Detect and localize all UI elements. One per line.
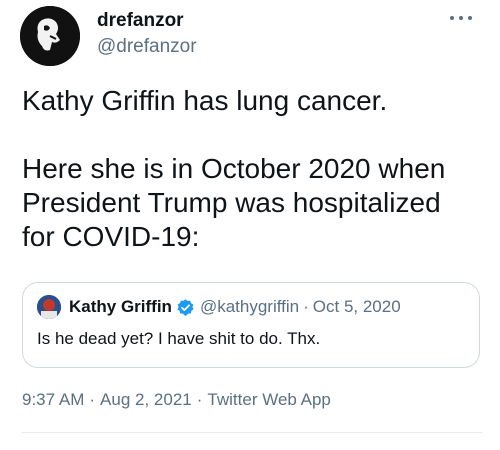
tweet-line: for COVID-19: [22,221,200,252]
avatar[interactable] [20,6,80,66]
author-handle[interactable]: @drefanzor [97,35,197,59]
verified-badge-icon [177,298,194,316]
quoted-tweet-text: Is he dead yet? I have shit to do. Thx. [37,329,321,348]
divider [22,432,482,433]
tweet-source[interactable]: Twitter Web App [207,390,330,409]
tweet-line: Here she is in October 2020 when [22,153,446,184]
tweet: drefanzor @drefanzor Kathy Griffin has l… [0,0,500,450]
quoted-display-name: Kathy Griffin [69,297,172,316]
more-horizontal-icon[interactable] [450,14,472,22]
tweet-time[interactable]: 9:37 AM [22,390,84,409]
meta-separator: · [196,390,203,409]
meta-separator: · [89,390,96,409]
tweet-text: Kathy Griffin has lung cancer. Here she … [22,84,482,254]
quoted-handle: @kathygriffin [199,297,300,316]
author-display-name[interactable]: drefanzor [97,9,197,33]
tweet-header: drefanzor @drefanzor [20,6,197,66]
tweet-meta: 9:37 AM · Aug 2, 2021 · Twitter Web App [22,390,331,410]
quoted-tweet[interactable]: Kathy Griffin @kathygriffin · Oct 5, 202… [22,282,480,368]
quoted-date[interactable]: Oct 5, 2020 [313,297,401,317]
tweet-line: Kathy Griffin has lung cancer. [22,85,388,116]
quoted-tweet-header: Kathy Griffin @kathygriffin · Oct 5, 202… [37,295,401,319]
tweet-line: President Trump was hospitalized [22,187,441,218]
author-names: drefanzor @drefanzor [97,9,197,59]
tweet-date[interactable]: Aug 2, 2021 [100,390,192,409]
tweet-line-gap [22,118,482,152]
quoted-avatar [37,295,61,319]
quoted-separator: · [303,297,309,316]
